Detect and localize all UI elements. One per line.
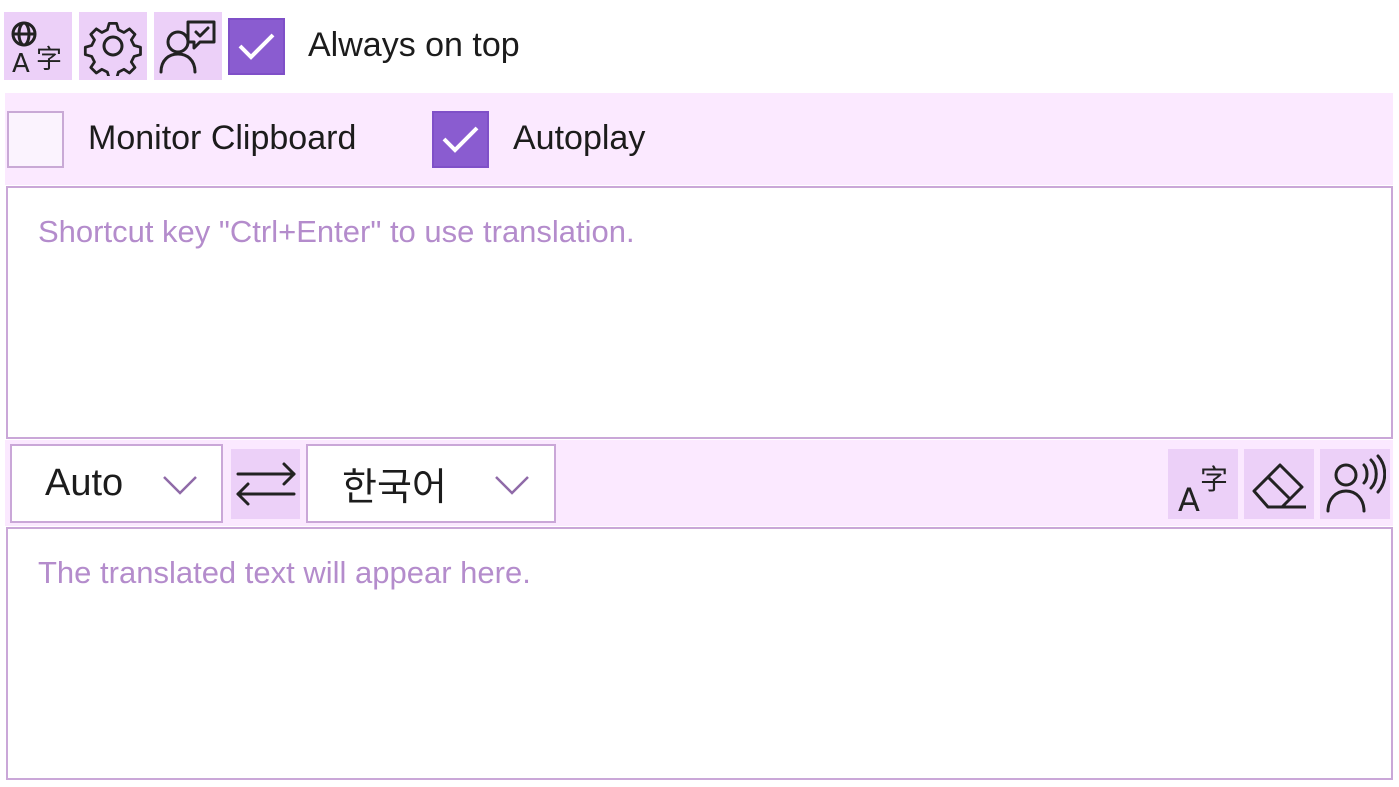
- source-placeholder: Shortcut key "Ctrl+Enter" to use transla…: [38, 214, 635, 249]
- checkmark-icon: [238, 33, 275, 60]
- monitor-clipboard-label: Monitor Clipboard: [88, 119, 357, 157]
- translate-language-button[interactable]: A 字: [4, 12, 72, 80]
- svg-text:字: 字: [36, 45, 62, 75]
- chevron-down-icon: [163, 476, 197, 495]
- translate-icon: A 字: [1178, 463, 1228, 515]
- target-language-value: 한국어: [342, 465, 447, 509]
- swap-arrows-icon: [236, 462, 295, 506]
- eraser-icon: [1252, 463, 1306, 509]
- gear-icon: [83, 21, 142, 76]
- clear-button[interactable]: [1244, 449, 1314, 519]
- translated-text-output[interactable]: The translated text will appear here.: [6, 527, 1393, 780]
- svg-text:A: A: [12, 49, 30, 76]
- speak-button[interactable]: [1320, 449, 1390, 519]
- always-on-top-label: Always on top: [308, 26, 520, 64]
- swap-languages-button[interactable]: [231, 449, 300, 519]
- target-language-select[interactable]: 한국어: [306, 444, 556, 523]
- translate-button[interactable]: A 字: [1168, 449, 1238, 519]
- speak-icon: [1326, 454, 1386, 513]
- translate-language-icon: A 字: [11, 21, 62, 76]
- autoplay-checkbox[interactable]: [432, 111, 489, 168]
- source-language-value: Auto: [45, 462, 124, 504]
- monitor-clipboard-checkbox[interactable]: [7, 111, 64, 168]
- source-text-input[interactable]: Shortcut key "Ctrl+Enter" to use transla…: [6, 186, 1393, 439]
- settings-button[interactable]: [79, 12, 147, 80]
- autoplay-label: Autoplay: [513, 119, 646, 157]
- chevron-down-icon: [495, 476, 529, 495]
- always-on-top-checkbox[interactable]: [228, 18, 285, 75]
- checkmark-icon: [442, 126, 479, 153]
- svg-text:字: 字: [1200, 463, 1228, 496]
- output-placeholder: The translated text will appear here.: [38, 555, 531, 590]
- feedback-person-icon: [159, 20, 216, 74]
- source-language-select[interactable]: Auto: [10, 444, 223, 523]
- feedback-button[interactable]: [154, 12, 222, 80]
- svg-text:A: A: [1178, 481, 1200, 515]
